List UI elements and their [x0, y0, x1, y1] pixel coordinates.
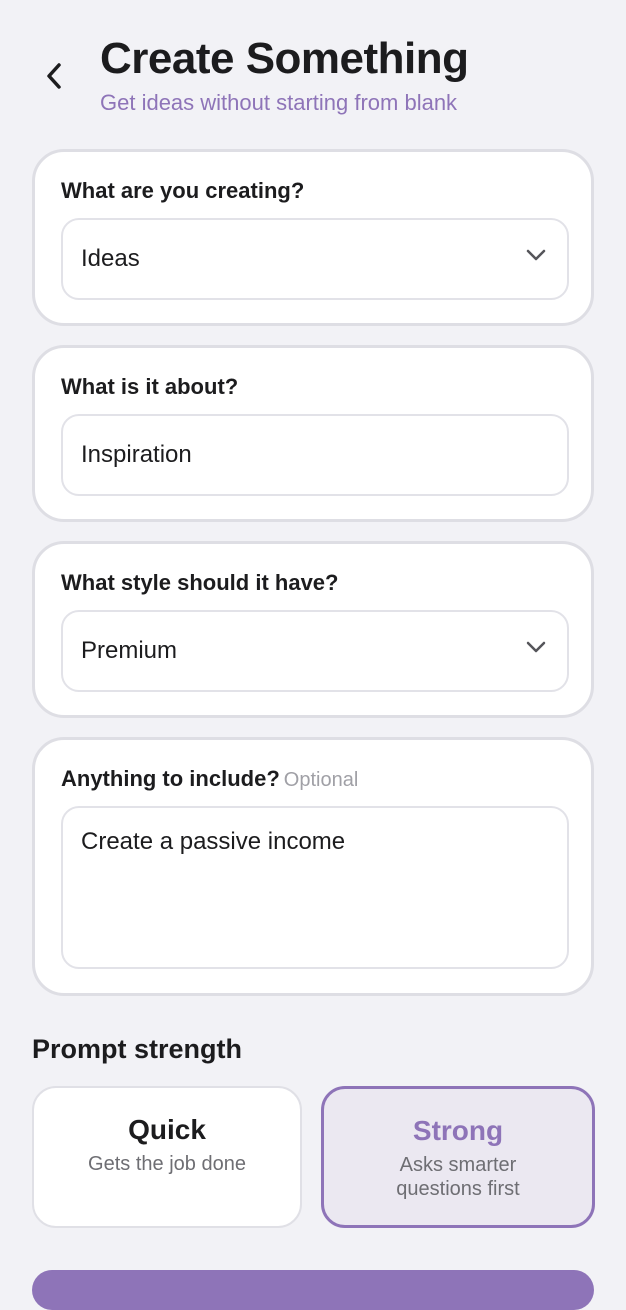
- prompt-strength-title: Prompt strength: [32, 1034, 243, 1064]
- quick-option-title: Quick: [128, 1114, 206, 1145]
- header: Create Something Get ideas without start…: [0, 0, 626, 130]
- include-card: Anything to include? Optional Create a pa…: [32, 737, 594, 996]
- page-title: Create Something: [100, 34, 469, 83]
- about-label: What is it about?: [61, 374, 239, 399]
- include-textarea-value: Create a passive income: [81, 828, 346, 855]
- creating-select[interactable]: Ideas: [61, 218, 569, 300]
- strong-option-title: Strong: [412, 1115, 504, 1146]
- about-card: What is it about? Inspiration: [32, 345, 594, 522]
- quick-option-desc: Gets the job done: [88, 1153, 246, 1175]
- primary-action-button[interactable]: [32, 1270, 594, 1310]
- strong-option[interactable]: Strong Asks smarter questions first: [321, 1086, 595, 1228]
- style-card: What style should it have? Premium: [32, 541, 594, 718]
- include-textarea[interactable]: Create a passive income: [61, 806, 569, 969]
- chevron-down-icon: [526, 249, 546, 261]
- about-input[interactable]: Inspiration: [61, 414, 569, 496]
- style-select-value: Premium: [81, 637, 178, 664]
- creating-select-value: Ideas: [81, 245, 140, 272]
- chevron-left-icon: [47, 63, 61, 89]
- creating-card: What are you creating? Ideas: [32, 149, 594, 326]
- optional-tag: Optional: [283, 769, 359, 791]
- creating-label: What are you creating?: [61, 178, 305, 203]
- include-label: Anything to include? Optional: [61, 766, 358, 792]
- include-label-text: Anything to include?: [61, 766, 280, 791]
- about-input-value: Inspiration: [81, 441, 192, 468]
- style-select[interactable]: Premium: [61, 610, 569, 692]
- page-subtitle: Get ideas without starting from blank: [100, 90, 458, 115]
- chevron-down-icon: [526, 641, 546, 653]
- quick-option[interactable]: Quick Gets the job done: [32, 1086, 302, 1228]
- style-label: What style should it have?: [61, 570, 339, 595]
- strong-option-desc: Asks smarter questions first: [396, 1154, 520, 1200]
- back-button[interactable]: [36, 56, 72, 96]
